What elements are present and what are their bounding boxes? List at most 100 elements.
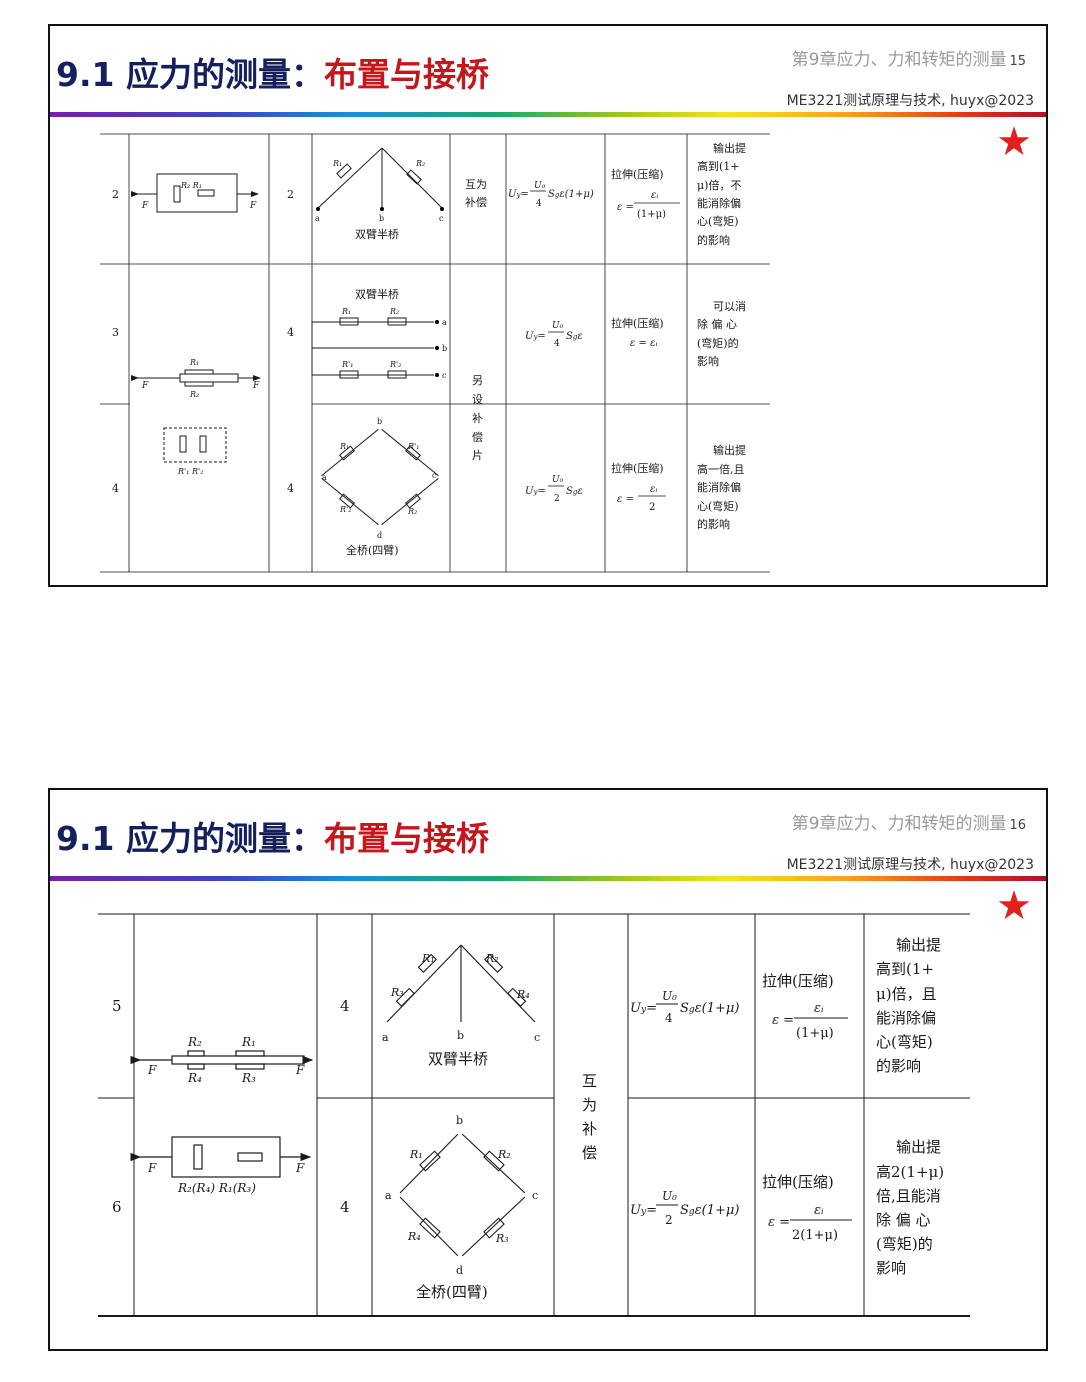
svg-text:εᵢ: εᵢ [814, 1001, 824, 1016]
slide-16: 9.1 应力的测量：布置与接桥 第9章应力、力和转矩的测量 16 ME3221测试… [48, 788, 1048, 1351]
svg-text:a: a [315, 214, 320, 223]
svg-text:R₁: R₁ [332, 159, 342, 168]
remark-row5: 输出提 高到(1+ μ)倍，且 能消除偏 心(弯矩) 的影响 [876, 936, 946, 1075]
remark-row6: 输出提 高2(1+μ) 倍,且能消 除 偏 心 (弯矩)的 影响 [876, 1138, 949, 1277]
svg-text:R₂: R₂ [187, 1035, 202, 1049]
svg-text:4: 4 [340, 997, 350, 1015]
svg-text:b: b [456, 1114, 463, 1127]
strain-gauge-resistor-icon [197, 189, 215, 197]
svg-text:U₀: U₀ [662, 1189, 677, 1203]
output-formula: Uy= U₀ 4 Sgε(1+μ) [508, 181, 594, 209]
svg-text:R'₂: R'₂ [389, 360, 401, 369]
svg-text:εᵢ: εᵢ [650, 484, 657, 495]
svg-text:Uy=: Uy= [630, 1001, 657, 1016]
svg-text:εᵢ: εᵢ [814, 1203, 824, 1218]
svg-text:R₂ R₁: R₂ R₁ [180, 181, 202, 190]
svg-text:c: c [442, 371, 447, 380]
svg-text:补偿: 补偿 [465, 195, 487, 209]
svg-text:R₂: R₂ [485, 952, 499, 965]
svg-text:b: b [442, 344, 447, 353]
svg-text:U₀: U₀ [534, 181, 546, 191]
svg-text:d: d [377, 531, 382, 540]
svg-text:4: 4 [340, 1198, 350, 1216]
svg-text:拉伸(压缩): 拉伸(压缩) [762, 972, 834, 990]
svg-text:a: a [442, 318, 447, 327]
svg-text:全桥(四臂): 全桥(四臂) [416, 1283, 488, 1301]
svg-text:Sgε(1+μ): Sgε(1+μ) [548, 189, 594, 200]
slide-15: 9.1 应力的测量：布置与接桥 第9章应力、力和转矩的测量 15 ME3221测试… [48, 24, 1048, 587]
gauge-layout-row2 [131, 173, 259, 213]
svg-text:全桥(四臂): 全桥(四臂) [346, 543, 399, 557]
svg-text:b: b [377, 417, 382, 426]
svg-text:2(1+μ): 2(1+μ) [792, 1228, 838, 1243]
compensation-vertical: 另设补偿片 [472, 374, 483, 462]
svg-text:R₃: R₃ [241, 1071, 256, 1085]
remark-row4: 输出提 高一倍,且 能消除偏 心(弯矩) 的影响 [697, 443, 750, 531]
svg-text:6: 6 [112, 1198, 122, 1216]
svg-text:双臂半桥: 双臂半桥 [355, 287, 399, 301]
svg-text:F: F [147, 1063, 157, 1077]
svg-text:4: 4 [554, 339, 560, 349]
svg-text:d: d [456, 1264, 463, 1277]
output-formula: Uy= U₀ 2 Sgε [525, 475, 583, 504]
svg-text:c: c [532, 1189, 538, 1202]
svg-text:F: F [249, 201, 257, 211]
strain-gauge-resistor-icon [173, 185, 181, 203]
strain-table-1: 2 F F R₂ R₁ 2 R₁ R₂ a b c 双臂半桥 互为 补偿 Uy= U… [100, 133, 770, 573]
svg-text:c: c [432, 471, 437, 480]
svg-text:F: F [295, 1063, 305, 1077]
svg-text:R₂: R₂ [189, 390, 199, 399]
gauge-layout-row4 [163, 427, 227, 463]
half-bridge-chain [311, 317, 439, 379]
svg-text:R₄: R₄ [187, 1071, 202, 1085]
compensation-vertical: 互为补偿 [582, 1072, 597, 1162]
svg-text:F: F [141, 381, 149, 391]
svg-text:3: 3 [112, 326, 119, 339]
svg-text:4: 4 [536, 199, 542, 209]
strain-table-2: 5 R₂ R₁ R₄ R₃ F F 4 R₁ R₂ R₃ R₄ a b c 双臂… [98, 913, 970, 1317]
svg-text:2: 2 [649, 502, 655, 513]
svg-text:Sgε: Sgε [566, 331, 583, 342]
svg-text:R₁: R₁ [241, 1035, 256, 1049]
svg-text:拉伸(压缩): 拉伸(压缩) [611, 167, 664, 181]
svg-text:R'₁: R'₁ [407, 442, 419, 451]
svg-text:R₁: R₁ [341, 307, 351, 316]
output-formula: Uy= U₀ 4 Sgε [525, 321, 583, 349]
svg-text:R₁: R₁ [409, 1148, 423, 1161]
half-bridge-diagram [316, 147, 444, 211]
svg-text:ε =: ε = [772, 1013, 794, 1028]
svg-text:R₂: R₂ [415, 159, 425, 168]
svg-text:F: F [147, 1161, 157, 1175]
svg-text:R₂: R₂ [497, 1148, 511, 1161]
svg-text:c: c [534, 1031, 540, 1044]
svg-text:R₄: R₄ [407, 1230, 421, 1243]
svg-text:U₀: U₀ [552, 321, 564, 331]
svg-text:ε =: ε = [617, 494, 634, 505]
svg-text:F: F [252, 381, 260, 391]
output-formula: Uy= U₀ 4 Sgε(1+μ) [630, 989, 739, 1025]
svg-text:R₂: R₂ [389, 307, 399, 316]
svg-text:b: b [457, 1029, 464, 1042]
svg-text:Uy=: Uy= [525, 486, 546, 497]
strain-gauge-resistor-icon [193, 1144, 203, 1170]
svg-text:R₂: R₂ [407, 507, 417, 516]
svg-text:c: c [439, 214, 444, 223]
svg-text:a: a [322, 473, 327, 482]
svg-text:R'₁: R'₁ [341, 360, 353, 369]
svg-text:双臂半桥: 双臂半桥 [355, 227, 399, 241]
svg-text:5: 5 [112, 997, 122, 1015]
svg-text:F: F [295, 1161, 305, 1175]
svg-text:R₃: R₃ [390, 986, 404, 999]
svg-text:双臂半桥: 双臂半桥 [428, 1050, 488, 1068]
svg-text:a: a [382, 1031, 389, 1044]
gauge-layout-row6 [130, 1136, 312, 1178]
svg-text:ε = εᵢ: ε = εᵢ [630, 338, 657, 349]
svg-text:R₄: R₄ [516, 988, 530, 1001]
svg-text:b: b [379, 214, 384, 223]
gauge-layout-row5 [130, 1050, 314, 1070]
svg-text:2: 2 [287, 188, 294, 201]
svg-text:a: a [385, 1189, 392, 1202]
half-bridge-diagram [384, 944, 538, 1028]
svg-text:4: 4 [665, 1011, 673, 1025]
svg-text:(1+μ): (1+μ) [637, 209, 666, 220]
